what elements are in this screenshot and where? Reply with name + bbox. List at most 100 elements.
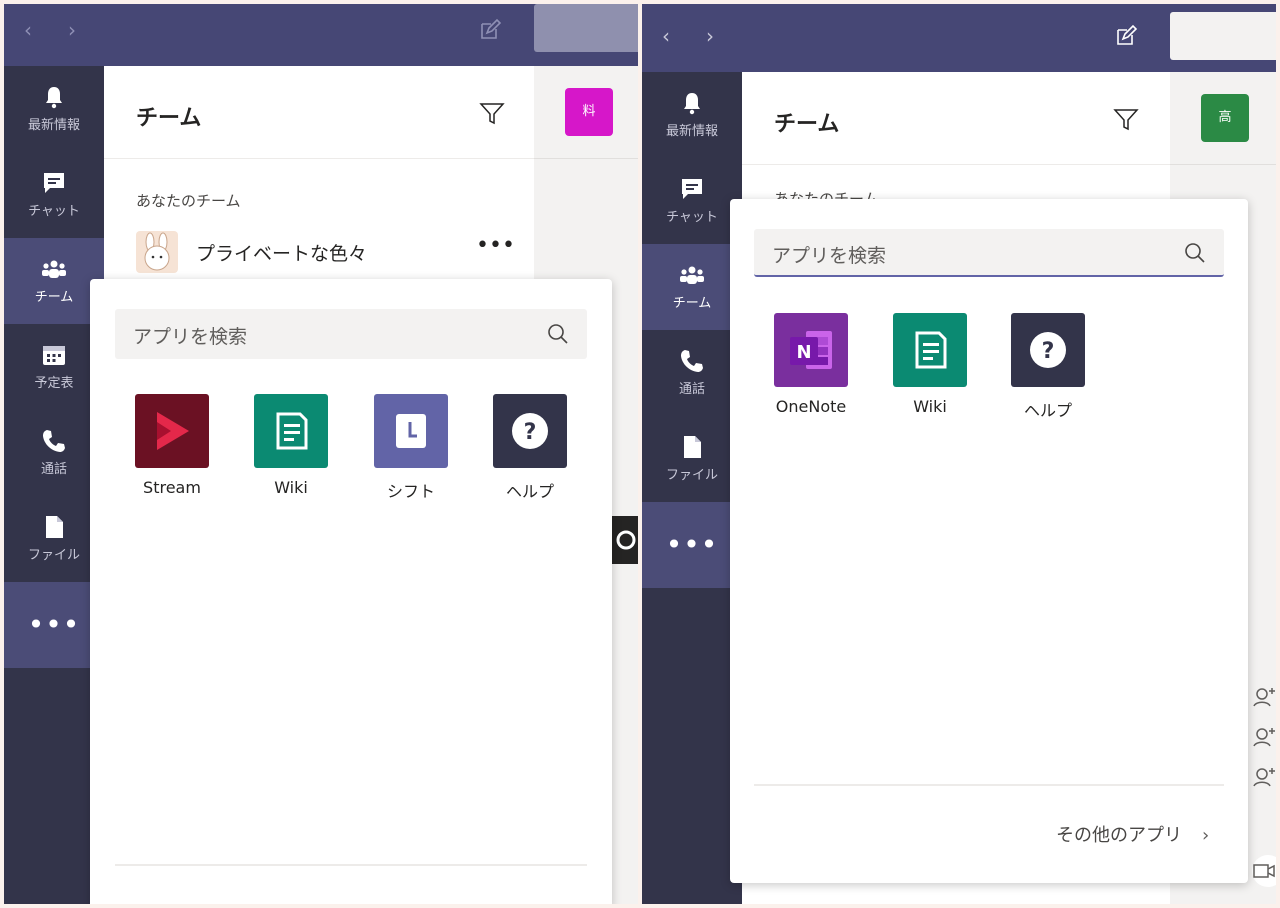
divider [104, 158, 534, 159]
rail-teams-label: チーム [672, 296, 712, 311]
app-wiki[interactable]: Wiki [246, 394, 336, 497]
forward-button[interactable]: › [706, 26, 714, 46]
rail-teams-label: チーム [34, 290, 74, 305]
app-search-placeholder: アプリを検索 [133, 326, 248, 348]
rail-more[interactable]: ••• [4, 582, 104, 668]
rail-teams[interactable]: チーム [4, 238, 104, 324]
wiki-icon [893, 313, 967, 387]
rail-files-label: ファイル [665, 468, 718, 483]
section-label: あなたのチーム [136, 192, 241, 210]
file-icon [46, 516, 63, 538]
search-icon[interactable] [1184, 242, 1206, 264]
rail-chat-label: チャット [28, 204, 80, 219]
app-help[interactable]: ? ヘルプ [1003, 313, 1093, 421]
phone-icon [43, 430, 65, 452]
app-flyout: アプリを検索 Stream Wiki シフト ? ヘルプ [90, 279, 612, 904]
phone-icon [681, 350, 703, 372]
compose-icon[interactable] [1114, 24, 1138, 48]
divider [754, 784, 1224, 786]
teams-icon [680, 266, 704, 284]
rail-files[interactable]: ファイル [4, 496, 104, 582]
calendar-icon [43, 346, 65, 365]
rail-chat[interactable]: チャット [642, 158, 742, 244]
rabbit-avatar-icon [136, 231, 178, 273]
app-onenote[interactable]: N OneNote [766, 313, 856, 416]
more-icon: ••• [27, 608, 81, 641]
more-icon: ••• [665, 528, 719, 561]
app-shifts[interactable]: シフト [366, 394, 456, 502]
rail-calendar[interactable]: 予定表 [4, 324, 104, 410]
rail-chat-label: チャット [666, 210, 718, 225]
divider [742, 164, 1170, 165]
right-screenshot-pane: ‹ › 最新情報 チャット チーム 通話 ファイル ••• チーム 高 アプリを… [642, 4, 1276, 904]
chat-icon [44, 173, 64, 193]
team-chip[interactable]: 高 [1201, 94, 1249, 142]
team-chip[interactable]: 料 [565, 88, 613, 136]
svg-text:?: ? [524, 420, 537, 445]
rail-calls-label: 通話 [678, 382, 705, 397]
app-rail: 最新情報 チャット チーム 通話 ファイル ••• [642, 72, 742, 904]
search-box[interactable] [534, 4, 638, 52]
app-name: ヘルプ [1023, 401, 1072, 420]
app-search-input[interactable]: アプリを検索 [754, 229, 1224, 277]
chat-icon [682, 179, 702, 199]
wiki-icon [254, 394, 328, 468]
filter-icon[interactable] [1112, 106, 1140, 134]
add-member-icon[interactable] [1248, 684, 1276, 794]
more-apps-link[interactable]: その他のアプリ › [1056, 821, 1209, 847]
app-rail: 最新情報 チャット チーム 予定表 通話 ファイル ••• [4, 66, 104, 904]
forward-button[interactable]: › [68, 20, 76, 40]
stream-icon [135, 394, 209, 468]
teams-panel-title: チーム [136, 106, 202, 131]
app-stream[interactable]: Stream [127, 394, 217, 497]
search-icon[interactable] [547, 323, 569, 345]
filter-icon[interactable] [478, 100, 506, 128]
app-name: ヘルプ [505, 482, 554, 501]
shifts-icon [374, 394, 448, 468]
app-name: Wiki [274, 478, 308, 497]
rail-teams[interactable]: チーム [642, 244, 742, 330]
app-search-placeholder: アプリを検索 [772, 245, 887, 267]
compose-icon[interactable] [478, 18, 502, 42]
bell-icon [684, 93, 700, 115]
teams-icon [42, 260, 66, 278]
app-search-input[interactable]: アプリを検索 [115, 309, 587, 359]
app-name: Stream [143, 478, 201, 497]
video-icon[interactable] [1246, 854, 1276, 888]
rail-calls[interactable]: 通話 [642, 330, 742, 416]
onenote-icon: N [774, 313, 848, 387]
back-button[interactable]: ‹ [662, 26, 670, 46]
app-name: OneNote [775, 397, 847, 416]
team-row[interactable]: プライベートな色々 ••• [136, 231, 516, 275]
rail-calls[interactable]: 通話 [4, 410, 104, 496]
back-button[interactable]: ‹ [24, 20, 32, 40]
app-wiki[interactable]: Wiki [885, 313, 975, 416]
rail-files[interactable]: ファイル [642, 416, 742, 502]
rail-calls-label: 通話 [40, 462, 67, 477]
rail-activity[interactable]: 最新情報 [4, 66, 104, 152]
file-icon [684, 436, 701, 458]
app-name: シフト [386, 482, 435, 501]
team-more-button[interactable]: ••• [476, 233, 515, 258]
app-name: Wiki [913, 397, 947, 416]
rail-calendar-label: 予定表 [34, 376, 74, 391]
rail-activity[interactable]: 最新情報 [642, 72, 742, 158]
divider [115, 864, 587, 866]
rail-activity-label: 最新情報 [665, 124, 718, 139]
title-bar: ‹ › [4, 4, 638, 66]
search-box[interactable] [1170, 12, 1276, 60]
app-help[interactable]: ? ヘルプ [485, 394, 575, 502]
rail-activity-label: 最新情報 [27, 118, 80, 133]
camera-badge-icon [612, 516, 638, 564]
svg-text:N: N [796, 342, 811, 363]
rail-more[interactable]: ••• [642, 502, 742, 588]
rail-chat[interactable]: チャット [4, 152, 104, 238]
more-apps-label: その他のアプリ [1056, 825, 1182, 846]
title-bar: ‹ › [642, 4, 1276, 72]
help-icon: ? [1011, 313, 1085, 387]
teams-panel-title: チーム [774, 112, 840, 137]
app-flyout: アプリを検索 N OneNote Wiki ? ヘルプ その他のアプリ › [730, 199, 1248, 883]
divider [1170, 164, 1276, 165]
left-screenshot-pane: ‹ › 最新情報 チャット チーム 予定表 通話 ファイル ••• チーム あな… [4, 4, 638, 904]
svg-text:?: ? [1042, 339, 1055, 364]
